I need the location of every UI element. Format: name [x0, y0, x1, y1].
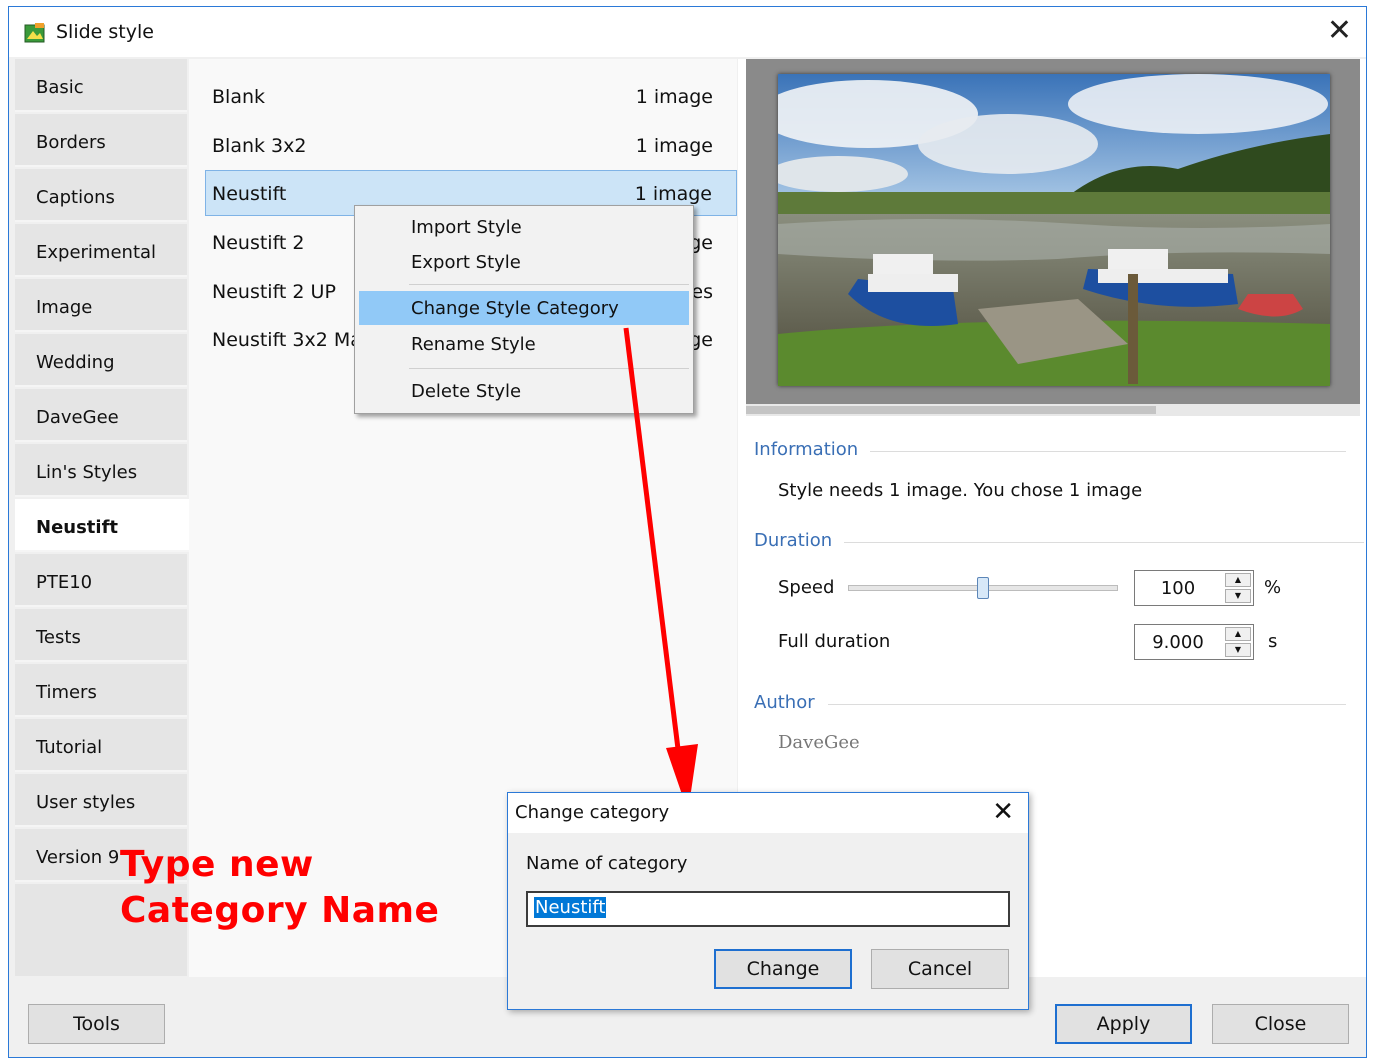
tab-experimental[interactable]: Experimental — [15, 224, 187, 277]
close-icon[interactable]: ✕ — [1327, 16, 1352, 46]
preview-scroll-thumb[interactable] — [746, 406, 1156, 414]
menu-item-delete-style[interactable]: Delete Style — [359, 374, 689, 408]
menu-item-rename-style[interactable]: Rename Style — [359, 327, 689, 361]
spin-down-icon[interactable]: ▼ — [1225, 589, 1251, 603]
menu-item-import-style[interactable]: Import Style — [359, 210, 689, 244]
author-section-title: Author — [754, 692, 815, 713]
tab-captions[interactable]: Captions — [15, 169, 187, 222]
style-name: Blank 3x2 — [212, 135, 307, 157]
context-menu: Import Style Export Style Change Style C… — [354, 205, 694, 414]
full-duration-label: Full duration — [778, 631, 891, 652]
tab-basic[interactable]: Basic — [15, 59, 187, 112]
dialog-title: Change category — [515, 802, 670, 823]
tab-tutorial[interactable]: Tutorial — [15, 719, 187, 772]
window-title: Slide style — [56, 21, 154, 43]
full-duration-unit: s — [1268, 631, 1278, 652]
menu-item-change-style-category[interactable]: Change Style Category — [359, 291, 689, 325]
slide-style-app-icon — [24, 23, 45, 43]
tab-tests[interactable]: Tests — [15, 609, 187, 662]
title-bar: Slide style ✕ — [9, 7, 1366, 57]
style-name: Neustift — [212, 183, 287, 205]
category-name-value: Neustift — [534, 897, 607, 918]
duration-section-title: Duration — [754, 530, 833, 551]
information-section-title: Information — [754, 439, 859, 460]
divider — [870, 451, 1346, 452]
style-name: Blank — [212, 86, 266, 108]
cancel-button[interactable]: Cancel — [871, 949, 1009, 989]
information-text: Style needs 1 image. You chose 1 image — [778, 480, 1143, 501]
preview-image — [778, 74, 1330, 386]
spin-down-icon[interactable]: ▼ — [1225, 643, 1251, 657]
annotation-line-1: Type new — [120, 844, 314, 885]
spin-up-icon[interactable]: ▲ — [1225, 627, 1251, 641]
style-name: Neustift 2 — [212, 232, 305, 254]
tab-user-styles[interactable]: User styles — [15, 774, 187, 827]
divider — [828, 704, 1346, 705]
speed-unit: % — [1264, 577, 1282, 598]
close-icon[interactable]: ✕ — [992, 797, 1014, 827]
speed-slider[interactable] — [848, 577, 1118, 599]
dialog-title-bar: Change category ✕ — [508, 793, 1028, 833]
annotation-line-2: Category Name — [120, 890, 440, 931]
full-duration-spin-buttons: ▲ ▼ — [1225, 627, 1251, 657]
speed-label: Speed — [778, 577, 835, 598]
category-name-label: Name of category — [526, 853, 688, 874]
tab-neustift[interactable]: Neustift — [15, 499, 191, 552]
divider — [844, 542, 1364, 543]
style-name: Neustift 3x2 Ma — [212, 329, 362, 351]
speed-slider-thumb[interactable] — [977, 577, 989, 599]
tab-davegee[interactable]: DaveGee — [15, 389, 187, 442]
change-button[interactable]: Change — [714, 949, 852, 989]
menu-item-export-style[interactable]: Export Style — [359, 245, 689, 279]
spin-up-icon[interactable]: ▲ — [1225, 573, 1251, 587]
full-duration-value: 9.000 — [1152, 632, 1204, 653]
menu-separator — [409, 368, 689, 369]
change-category-dialog: Change category ✕ Name of category Neust… — [507, 792, 1029, 1010]
style-row-blank[interactable]: Blank 1 image — [205, 73, 737, 119]
tab-timers[interactable]: Timers — [15, 664, 187, 717]
style-image-count: 1 image — [635, 135, 713, 157]
style-image-count: 1 image — [635, 86, 713, 108]
style-name: Neustift 2 UP — [212, 281, 336, 303]
tools-button[interactable]: Tools — [28, 1004, 165, 1044]
close-button[interactable]: Close — [1212, 1004, 1349, 1044]
tab-wedding[interactable]: Wedding — [15, 334, 187, 387]
apply-button[interactable]: Apply — [1055, 1004, 1192, 1044]
tab-lins-styles[interactable]: Lin's Styles — [15, 444, 187, 497]
speed-spinbox[interactable]: 100 ▲ ▼ — [1134, 570, 1254, 606]
tab-pte10[interactable]: PTE10 — [15, 554, 187, 607]
speed-spin-buttons: ▲ ▼ — [1225, 573, 1251, 603]
category-name-input[interactable]: Neustift — [526, 891, 1010, 927]
style-image-count: 1 image — [634, 183, 712, 205]
style-row-blank-3x2[interactable]: Blank 3x2 1 image — [205, 122, 737, 168]
tab-borders[interactable]: Borders — [15, 114, 187, 167]
speed-value: 100 — [1160, 578, 1196, 599]
tab-image[interactable]: Image — [15, 279, 187, 332]
author-name: DaveGee — [778, 732, 860, 753]
annotation-text: Type new Category Name — [120, 842, 439, 934]
menu-separator — [409, 284, 689, 285]
full-duration-spinbox[interactable]: 9.000 ▲ ▼ — [1134, 624, 1254, 660]
preview-scrollbar[interactable] — [746, 404, 1360, 416]
style-preview — [746, 59, 1360, 404]
